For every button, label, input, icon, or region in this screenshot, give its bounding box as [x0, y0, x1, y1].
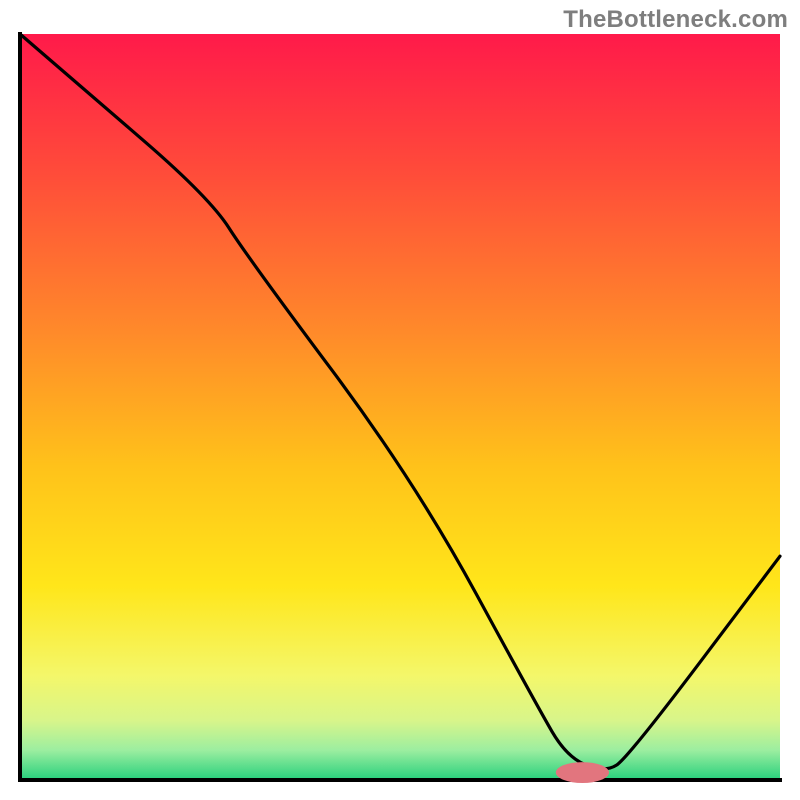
attribution-text: TheBottleneck.com	[563, 6, 788, 34]
bottleneck-chart	[0, 0, 800, 800]
chart-frame: TheBottleneck.com	[0, 0, 800, 800]
optimal-point-marker	[556, 762, 609, 783]
plot-background	[20, 34, 780, 780]
